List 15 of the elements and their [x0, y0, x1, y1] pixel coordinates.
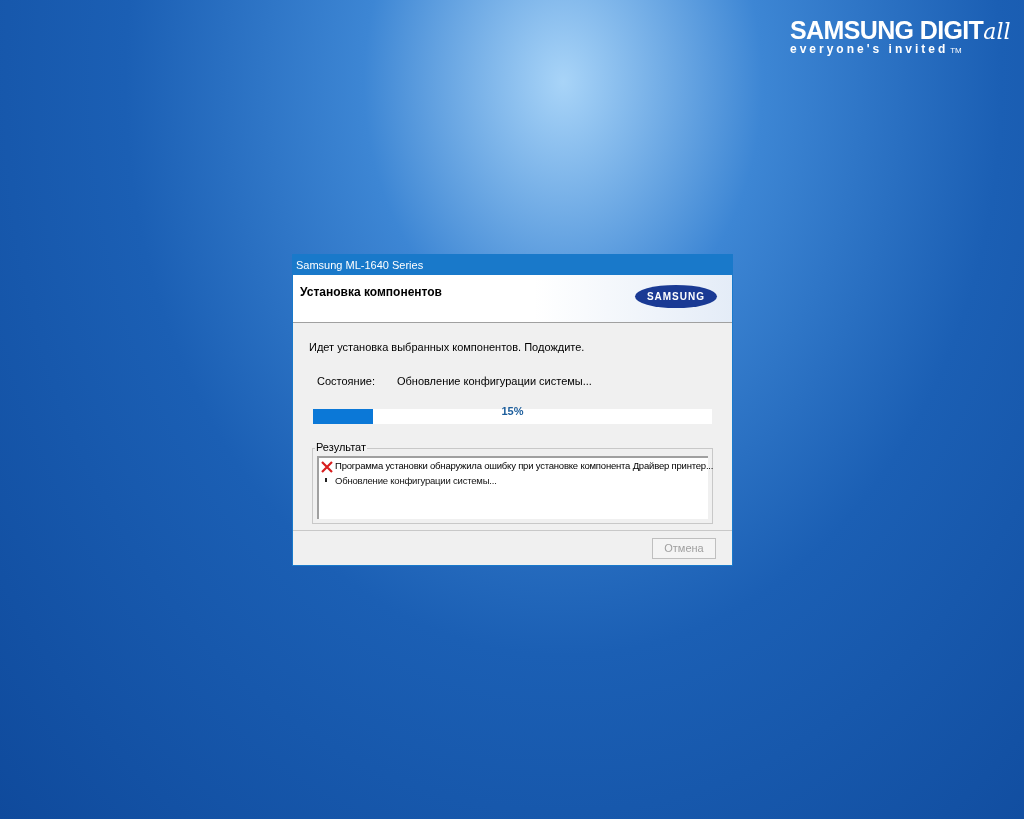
brand-tagline: everyone's invited	[790, 43, 949, 55]
status-value: Обновление конфигурации системы...	[396, 373, 592, 389]
window-title: Samsung ML-1640 Series	[293, 255, 732, 275]
progress-percent: 15%	[500, 404, 525, 419]
trademark: TM	[950, 47, 962, 55]
header-title: Установка компонентов	[300, 284, 442, 301]
info-message: Идет установка выбранных компонентов. Подождите.	[309, 340, 586, 355]
brand-name: SAMSUNG DIGIT	[790, 18, 984, 43]
log-entry: Программа установки обнаружила ошибку при установке компонента Драйвер принтер...	[335, 459, 714, 474]
status-label: Состояние:	[317, 373, 375, 389]
samsung-logo: SAMSUNG	[634, 285, 717, 308]
log-entry: Обновление конфигурации системы...	[335, 474, 497, 489]
error-cross-icon	[321, 460, 333, 473]
brand-suffix: all	[983, 21, 1011, 43]
result-label: Результат	[315, 442, 368, 453]
